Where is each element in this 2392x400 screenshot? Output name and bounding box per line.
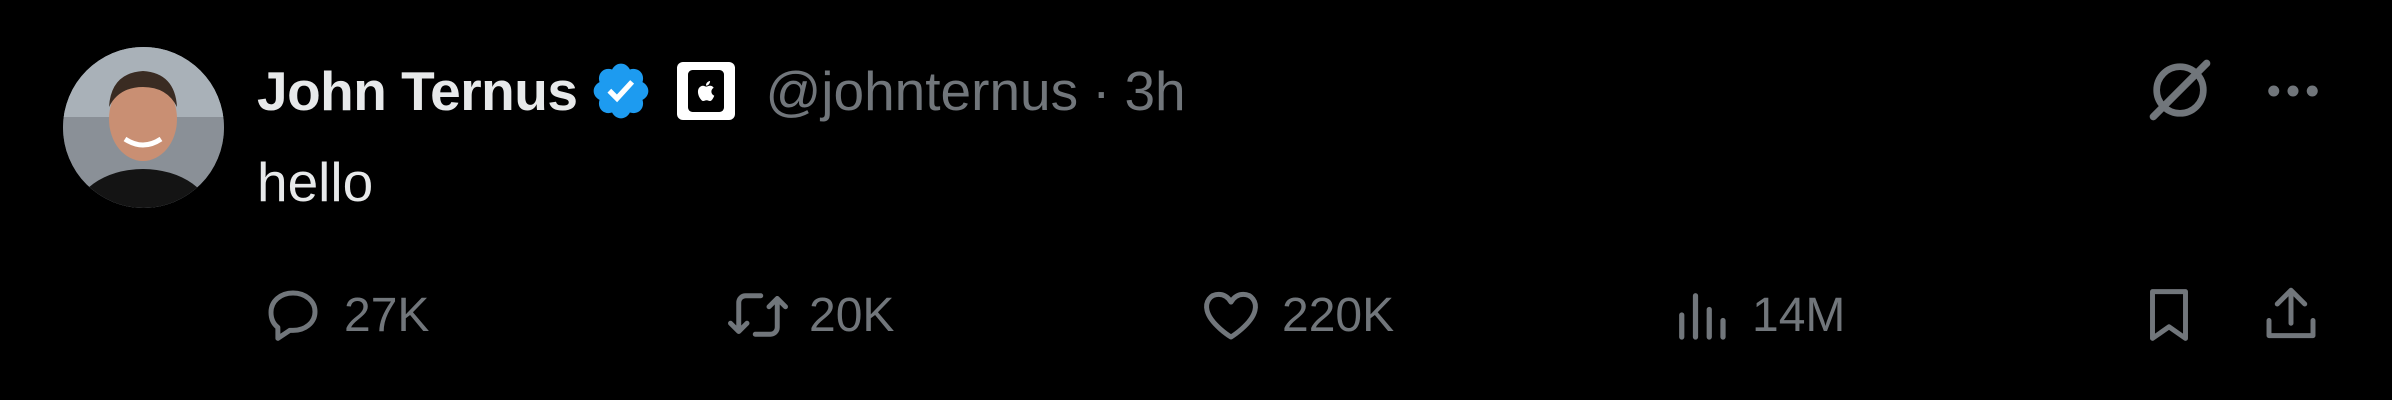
reply-count: 27K (344, 288, 430, 342)
more-icon[interactable] (2260, 58, 2326, 124)
like-count: 220K (1282, 288, 1395, 342)
views-count: 14M (1752, 288, 1846, 342)
apple-logo-icon[interactable] (677, 62, 736, 120)
author-row: John Ternus @johnternus · 3h (257, 55, 1186, 127)
repost-icon (728, 293, 788, 337)
post-time[interactable]: 3h (1124, 59, 1185, 123)
repost-button[interactable]: 20K (725, 270, 894, 360)
avatar[interactable] (63, 47, 224, 208)
repost-count: 20K (809, 288, 895, 342)
bookmark-icon[interactable] (2136, 282, 2202, 348)
action-bar: 27K 20K 220K 14M (0, 270, 2392, 360)
like-button[interactable]: 220K (1198, 270, 1394, 360)
post-text: hello (257, 151, 374, 213)
verified-badge-icon[interactable] (589, 59, 653, 123)
reply-button[interactable]: 27K (260, 270, 429, 360)
display-name[interactable]: John Ternus (257, 59, 578, 123)
heart-icon (1204, 291, 1258, 340)
separator-dot: · (1092, 60, 1111, 122)
share-icon[interactable] (2258, 282, 2324, 348)
reply-icon (268, 290, 318, 341)
tweet: John Ternus @johnternus · 3h hello 27K 2… (0, 0, 2392, 400)
author-handle[interactable]: @johnternus (765, 59, 1078, 123)
views-button[interactable]: 14M (1668, 270, 1845, 360)
grok-icon[interactable] (2140, 50, 2220, 130)
views-icon (1679, 293, 1726, 340)
